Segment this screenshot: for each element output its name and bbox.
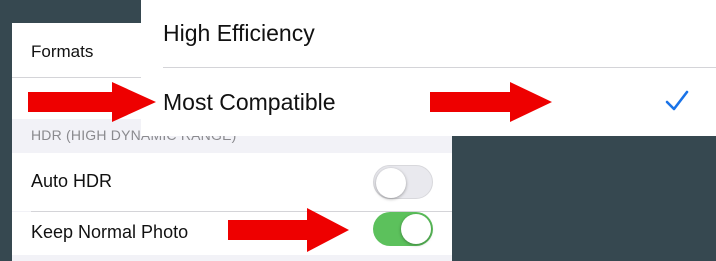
high-efficiency-option[interactable]: High Efficiency	[141, 0, 716, 67]
auto-hdr-label: Auto HDR	[31, 171, 113, 191]
format-selection-popup: High Efficiency Most Compatible	[141, 0, 716, 136]
keep-normal-photo-label: Keep Normal Photo	[31, 222, 189, 242]
high-efficiency-label: High Efficiency	[163, 20, 315, 46]
toggle-knob	[401, 214, 431, 244]
toggle-knob	[376, 168, 406, 198]
auto-hdr-row: Auto HDR	[12, 153, 452, 211]
right-arrow-icon	[28, 82, 156, 122]
checkmark-icon	[665, 90, 689, 111]
auto-hdr-toggle[interactable]	[373, 165, 433, 199]
most-compatible-option[interactable]: Most Compatible	[141, 68, 716, 136]
most-compatible-label: Most Compatible	[163, 89, 336, 115]
formats-label: Formats	[31, 42, 94, 61]
right-arrow-icon	[430, 82, 552, 122]
right-arrow-icon	[228, 208, 349, 252]
keep-normal-photo-toggle[interactable]	[373, 212, 433, 246]
